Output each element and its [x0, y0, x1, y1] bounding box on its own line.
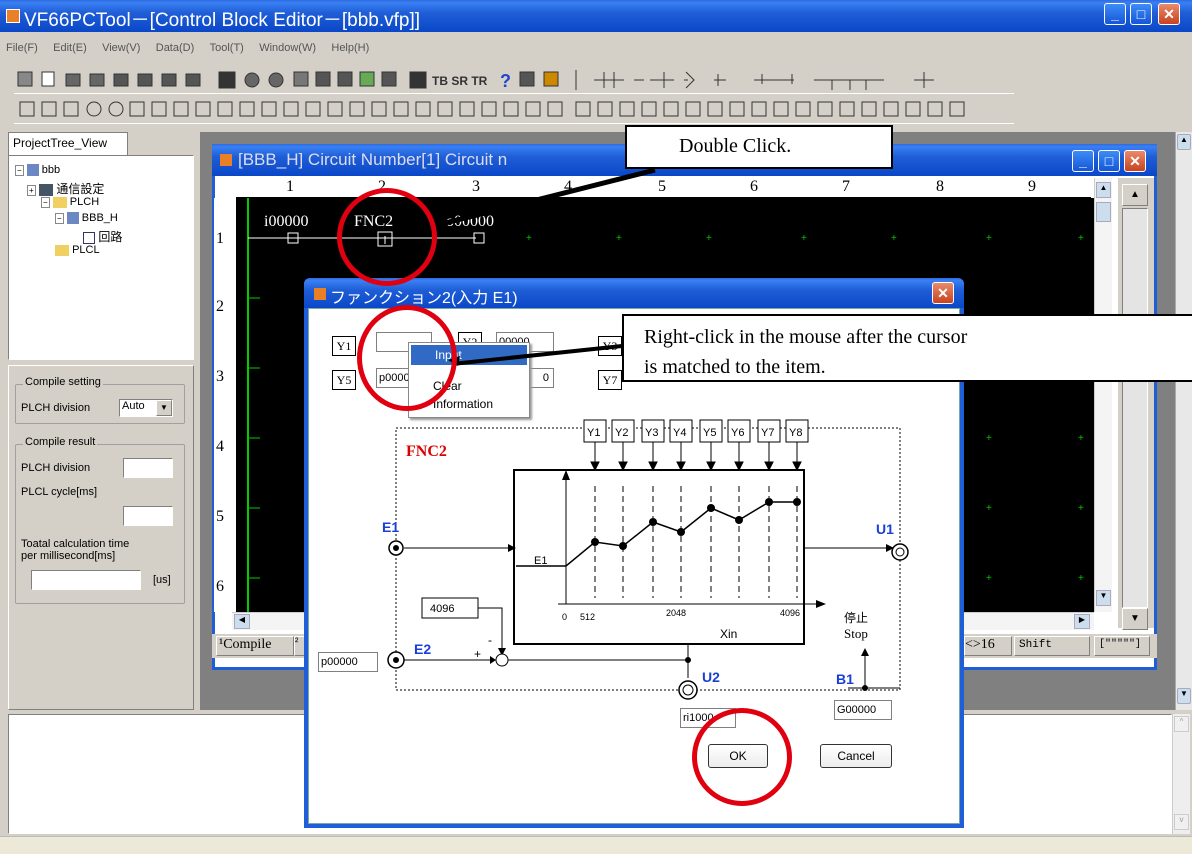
- annotation-lines: [401, 167, 656, 366]
- annotation-circle-fnc2: [337, 188, 437, 286]
- annotation-circle-ok: [692, 708, 792, 806]
- annotation-circle-y1: [357, 305, 457, 411]
